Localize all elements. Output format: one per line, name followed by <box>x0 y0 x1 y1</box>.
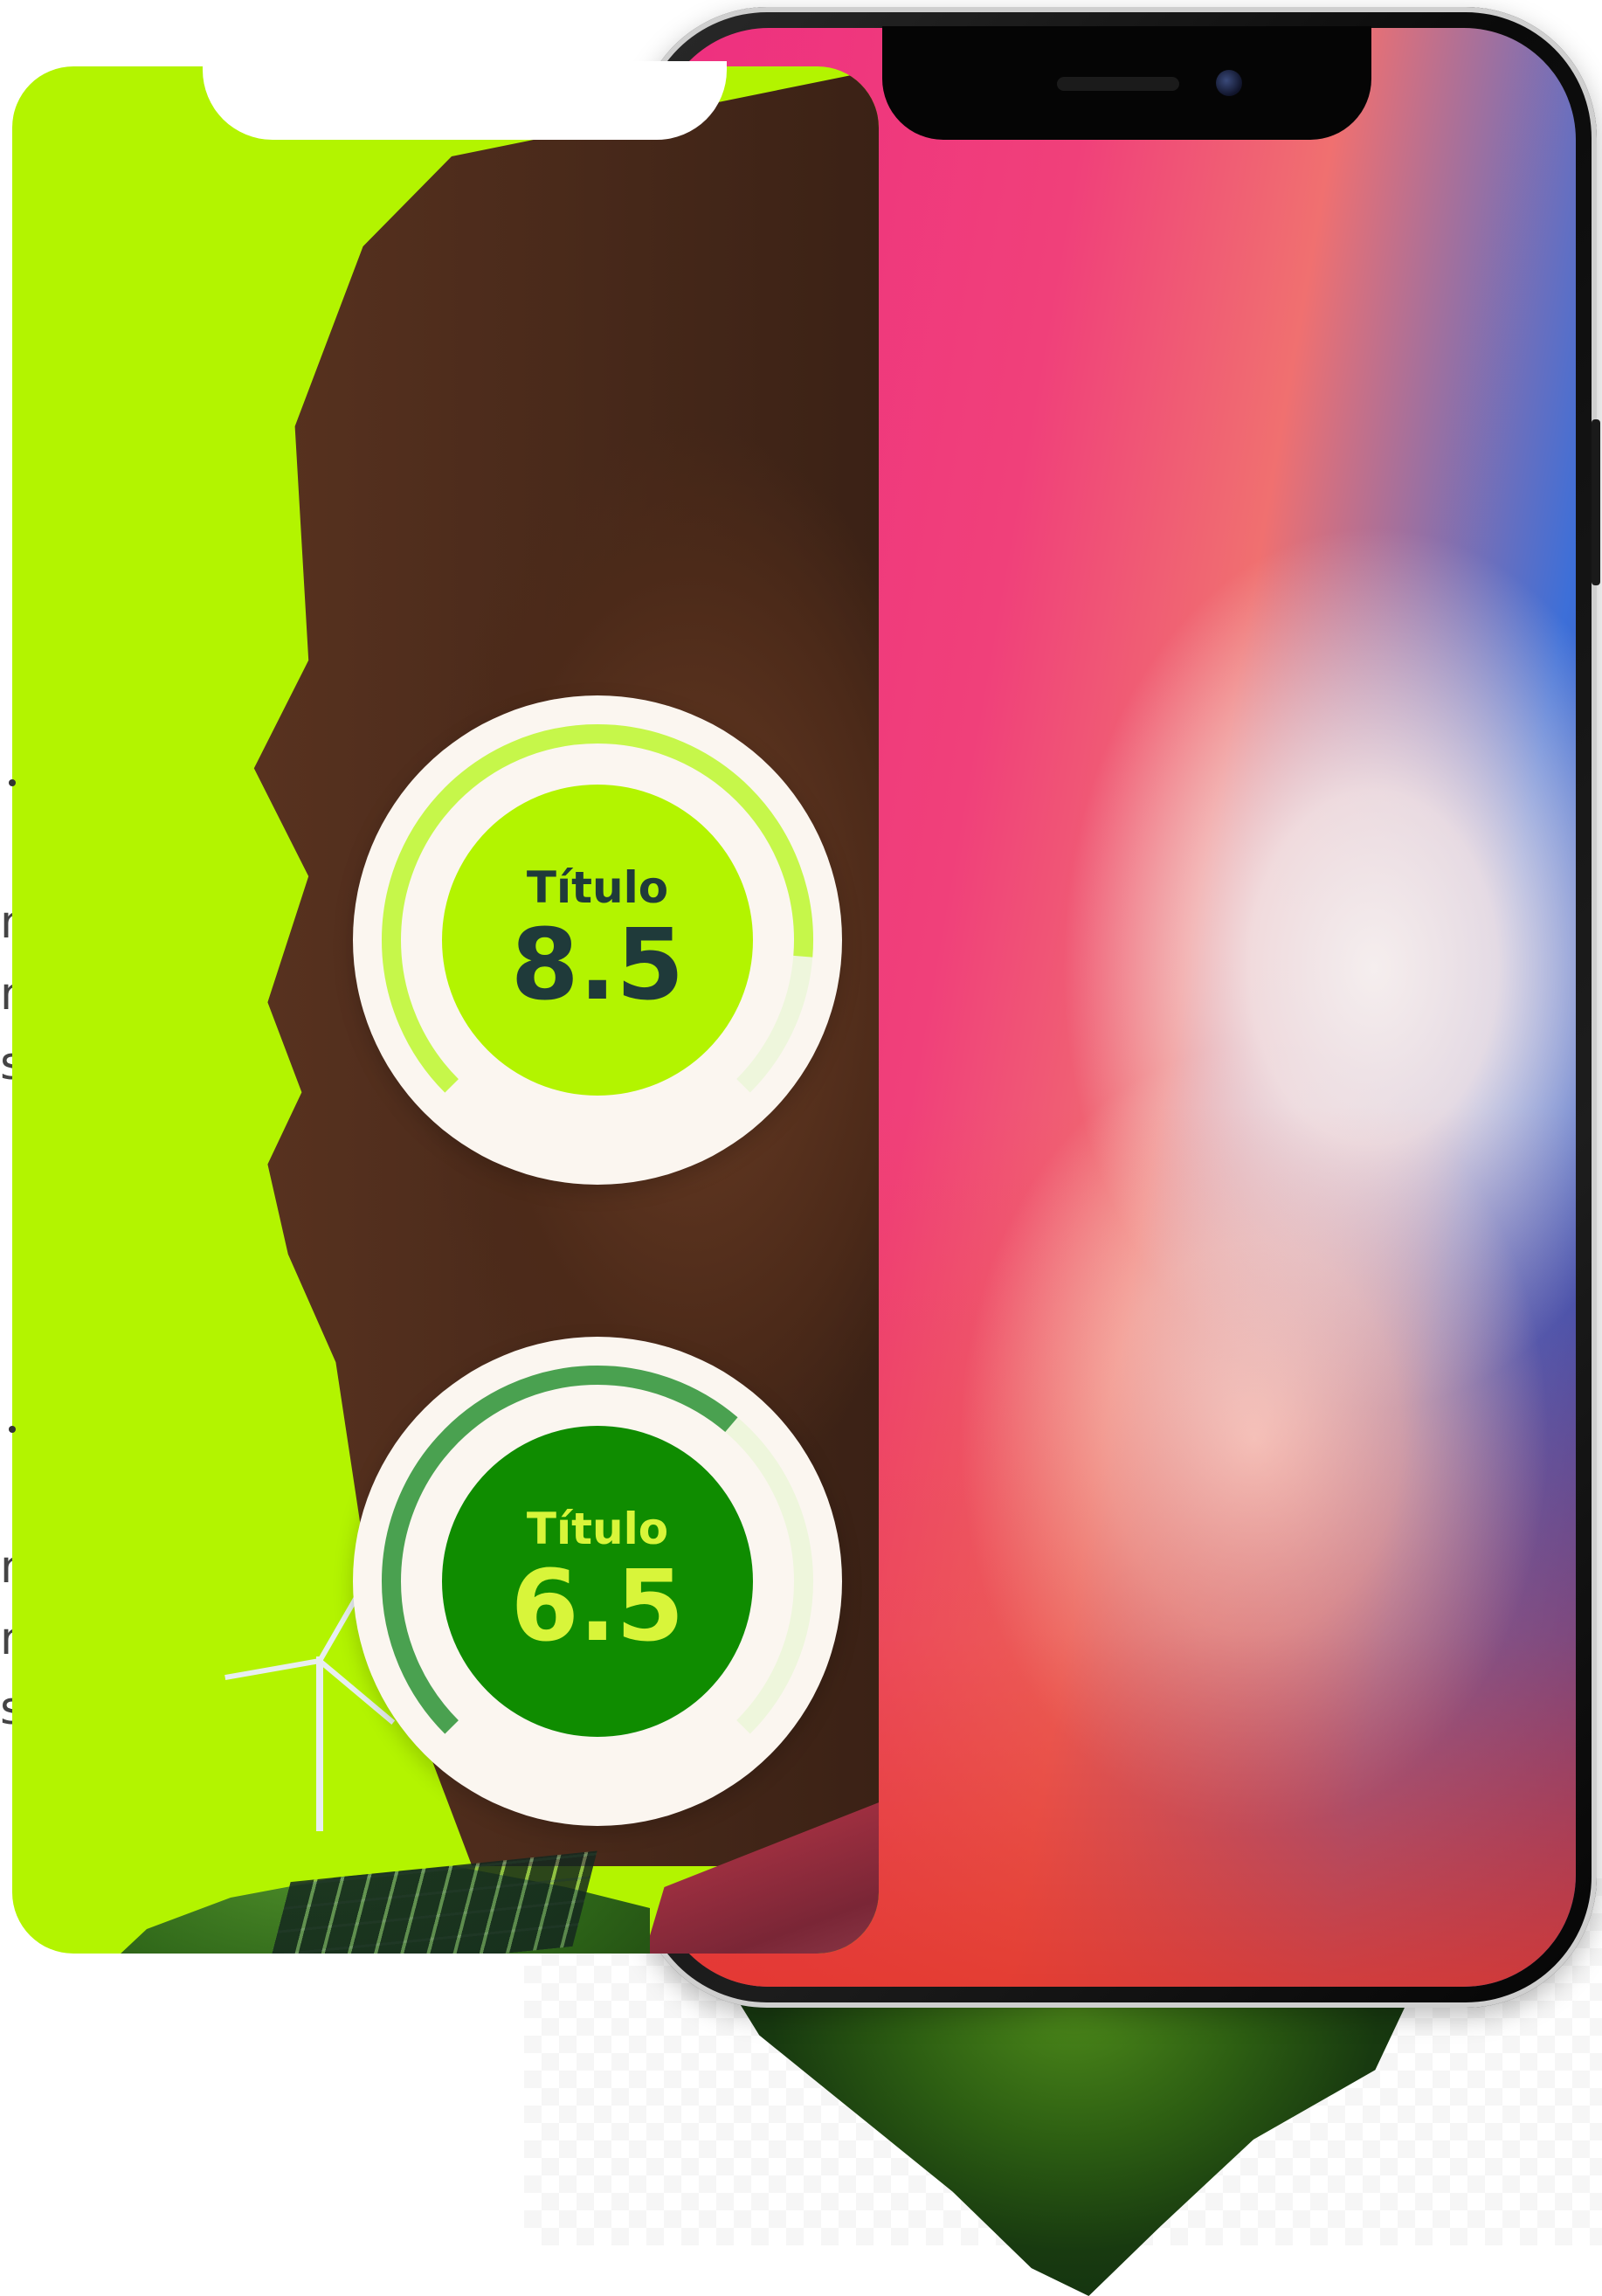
phone-power-button <box>1592 419 1600 585</box>
score-gauge: Título 6.5 <box>353 1337 842 1826</box>
wind-turbine-icon <box>316 1656 323 1831</box>
score-gauge: Título 8.5 <box>353 695 842 1185</box>
edge-text-fragment: n <box>0 1616 12 1662</box>
edge-text-fragment: n <box>0 900 12 945</box>
gauge-center: Título 6.5 <box>442 1426 753 1737</box>
edge-text-fragment: n <box>0 1545 12 1590</box>
edge-text-fragment: s <box>0 1686 12 1732</box>
gauge-title: Título <box>526 862 669 913</box>
card-notch-cutout <box>203 61 727 140</box>
solar-panel-icon <box>266 1850 597 1954</box>
gauge-title: Título <box>526 1504 669 1554</box>
gauge-value: 6.5 <box>510 1550 685 1663</box>
edge-dot <box>9 779 16 786</box>
edge-text-fragment: s <box>0 1041 12 1087</box>
gauge-center: Título 8.5 <box>442 785 753 1096</box>
edge-text-fragment: n <box>0 972 12 1017</box>
edge-dot <box>9 1426 16 1433</box>
front-camera-icon <box>1216 70 1242 96</box>
gauge-value: 8.5 <box>510 909 685 1022</box>
turbine-blade <box>224 1658 321 1681</box>
earpiece-speaker-icon <box>1057 77 1179 91</box>
